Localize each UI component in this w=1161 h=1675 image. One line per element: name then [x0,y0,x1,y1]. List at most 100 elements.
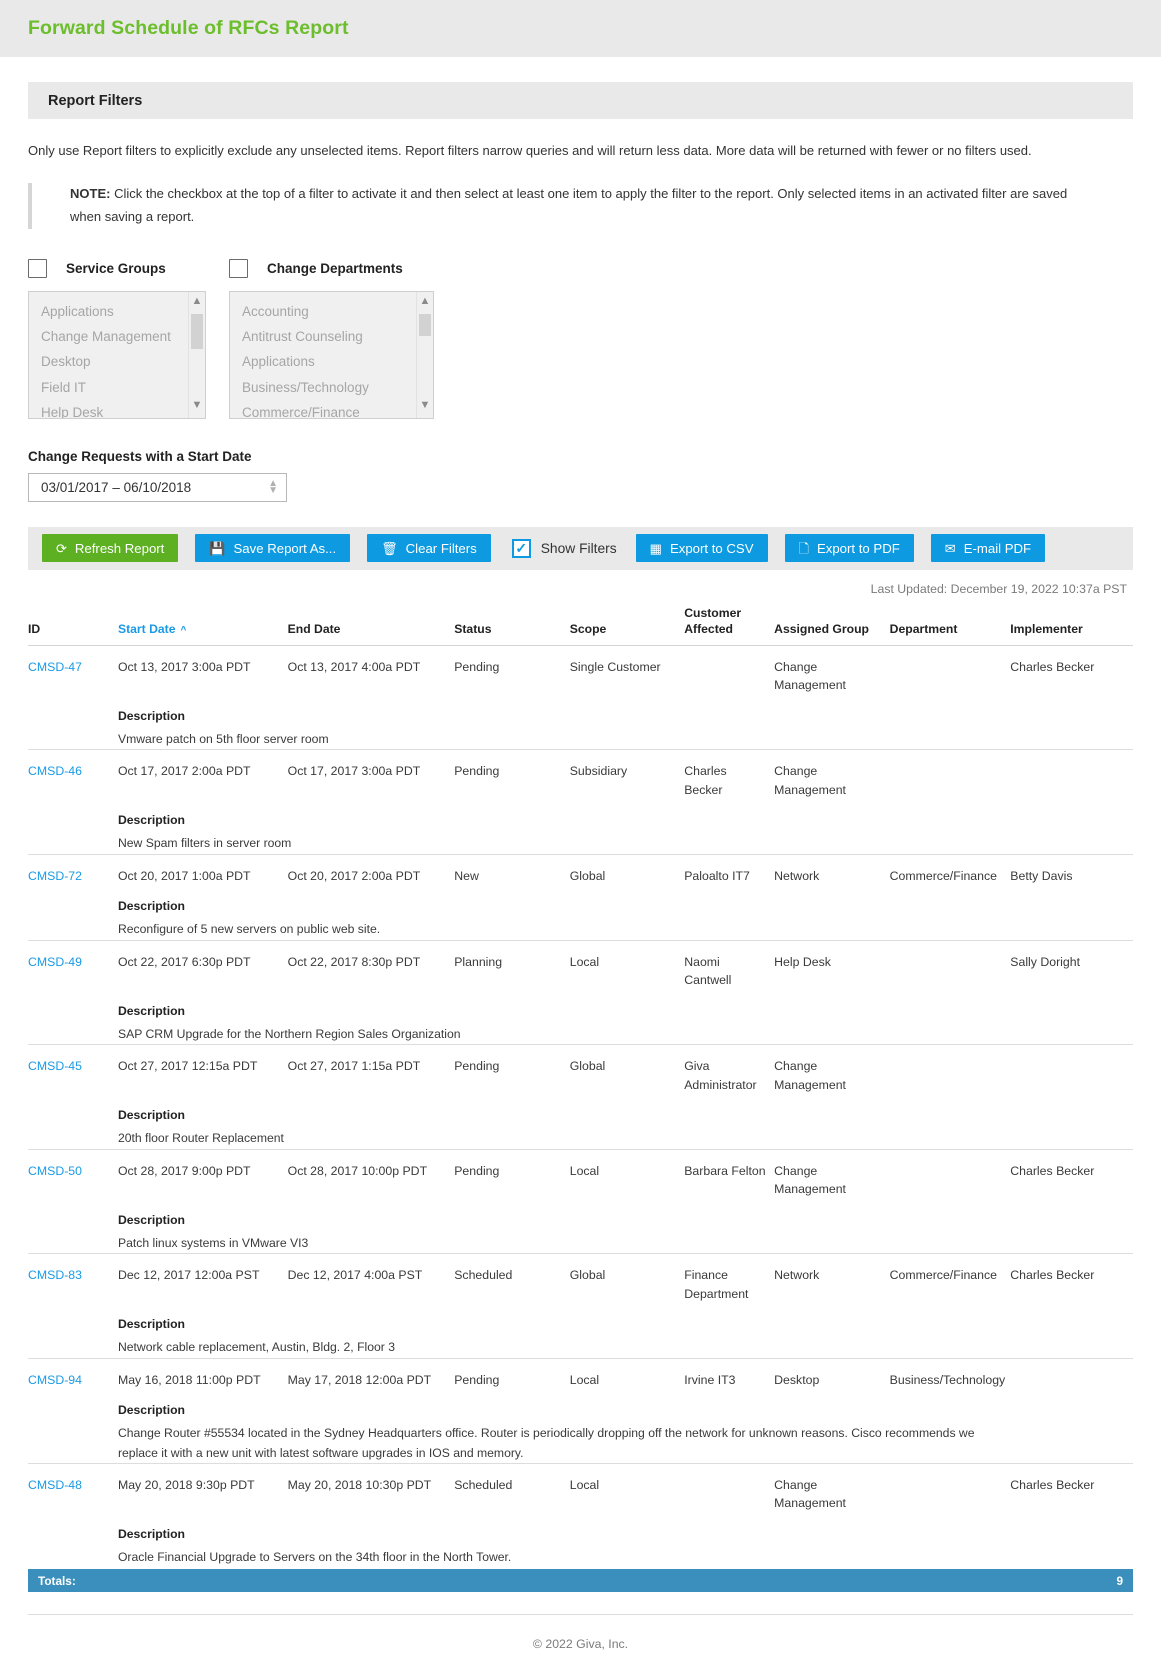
cell-end-date: Oct 17, 2017 3:00a PDT [287,749,455,800]
cell-customer-affected: Finance Department [684,1253,775,1303]
cell-implementer: Charles Becker [1010,1462,1133,1513]
cell-department: Commerce/Finance [889,1253,1011,1303]
trash-icon: 🗑 [381,540,398,556]
totals-label: Totals: [38,1573,76,1588]
list-item[interactable]: Change Management [29,324,205,349]
cell-scope: Local [569,1148,685,1199]
column-header-customer-affected[interactable]: Customer Affected [684,604,775,646]
change-departments-listbox[interactable]: Accounting Antitrust Counseling Applicat… [229,290,434,419]
cell-description: Description 20th floor Router Replacement [118,1094,1133,1149]
service-groups-label: Service Groups [66,260,166,276]
record-link[interactable]: CMSD-45 [28,1059,82,1073]
cell-assigned-group: Help Desk [774,939,890,990]
refresh-report-button[interactable]: ⟳ Refresh Report [42,534,179,563]
table-row-description: Description 20th floor Router Replacement [28,1094,1133,1149]
cell-customer-affected: Giva Administrator [684,1044,775,1095]
change-departments-checkbox[interactable] [229,258,248,278]
cell-customer-affected: Barbara Felton [684,1148,775,1199]
cell-status: Pending [454,1357,570,1389]
description-label: Description [117,813,185,828]
cell-implementer [1010,749,1133,800]
change-departments-filter: Change Departments Accounting Antitrust … [229,255,434,419]
column-header-implementer[interactable]: Implementer [1010,604,1133,646]
page-content: Report Filters Only use Report filters t… [0,82,1161,1675]
column-header-assigned-group[interactable]: Assigned Group [774,604,890,646]
column-header-department[interactable]: Department [889,604,1011,646]
column-header-status[interactable]: Status [454,604,570,646]
cell-start-date: Oct 17, 2017 2:00a PDT [117,749,288,800]
show-filters-checkbox[interactable]: ✓ [511,538,531,558]
export-to-pdf-button[interactable]: 🗋 Export to PDF [784,534,914,563]
cell-id: CMSD-45 [28,1044,118,1095]
report-page: Forward Schedule of RFCs Report Report F… [0,0,1161,1675]
start-date-input[interactable] [39,478,269,496]
clear-filters-button[interactable]: 🗑 Clear Filters [367,534,491,563]
report-toolbar: ⟳ Refresh Report 💾 Save Report As... 🗑 C… [28,526,1133,570]
email-pdf-button[interactable]: ✉ E-mail PDF [930,534,1046,563]
list-item[interactable]: Antitrust Counseling [230,324,433,349]
chevron-down-icon[interactable]: ▼ [417,398,433,414]
cell-status: Pending [454,659,500,674]
save-report-as-button[interactable]: 💾 Save Report As... [195,534,351,563]
list-item[interactable]: Desktop [29,349,205,374]
record-link[interactable]: CMSD-94 [28,1373,82,1387]
show-filters-toggle[interactable]: ✓ Show Filters [511,538,617,558]
cell-assigned-group: Change Management [774,749,890,800]
cell-scope: Global [569,1253,685,1303]
column-header-scope[interactable]: Scope [569,604,685,646]
column-header-start-date[interactable]: Start Date ^ [117,604,288,646]
start-date-filter-label: Change Requests with a Start Date [28,448,252,464]
scrollbar-thumb[interactable] [419,313,431,336]
record-link[interactable]: CMSD-50 [28,1164,82,1178]
description-label: Description [117,1003,185,1018]
service-groups-checkbox[interactable] [28,258,47,278]
cell-description: Description Oracle Financial Upgrade to S… [118,1513,1133,1568]
record-link[interactable]: CMSD-48 [28,1478,82,1492]
record-link[interactable]: CMSD-46 [28,764,82,778]
record-link[interactable]: CMSD-47 [28,660,82,674]
list-item[interactable]: Help Desk [29,400,205,418]
chevron-up-icon[interactable]: ▲ [417,294,433,310]
record-link[interactable]: CMSD-83 [28,1268,82,1282]
cell-end-date: May 20, 2018 10:30p PDT [287,1462,455,1513]
service-groups-listbox[interactable]: Applications Change Management Desktop F… [28,290,206,419]
filters-note: NOTE: Click the checkbox at the top of a… [28,183,1133,229]
note-body: Click the checkbox at the top of a filte… [70,186,1068,225]
cell-start-date: Oct 20, 2017 1:00a PDT [117,853,288,886]
list-item[interactable]: Field IT [29,375,205,400]
cell-description: Description Vmware patch on 5th floor ser… [118,695,1133,750]
column-header-end-date[interactable]: End Date [287,604,455,646]
stepper-icon[interactable]: ▲ ▼ [268,479,278,496]
scrollbar-thumb[interactable] [191,313,203,349]
column-header-id[interactable]: ID [28,604,118,646]
cell-assigned-group: Network [774,1253,890,1303]
chevron-up-icon[interactable]: ▲ [189,294,205,310]
cell-description: Description New Spam filters in server ro… [118,799,1133,854]
start-date-filter[interactable]: ▲▼ [28,472,287,502]
change-departments-scrollbar[interactable]: ▲ ▼ [416,291,433,418]
cell-assigned-group: Change Management [774,1044,890,1095]
list-item[interactable]: Applications [29,299,205,324]
list-item[interactable]: Accounting [230,299,433,324]
list-item[interactable]: Business/Technology [230,375,433,400]
cell-end-date: Oct 28, 2017 10:00p PDT [287,1148,455,1199]
cell-customer-affected [684,1462,775,1513]
record-link[interactable]: CMSD-49 [28,955,82,969]
clear-filters-label: Clear Filters [405,540,477,556]
chevron-down-icon[interactable]: ▼ [189,398,205,414]
cell-department [890,645,1011,694]
record-link[interactable]: CMSD-72 [28,869,82,883]
cell-customer-affected: Charles Becker [684,749,775,800]
cell-status: New [454,853,570,886]
table-row: CMSD-48 May 20, 2018 9:30p PDT May 20, 201… [28,1462,1133,1513]
email-pdf-label: E-mail PDF [963,540,1032,556]
description-spacer [28,1513,118,1568]
list-item[interactable]: Commerce/Finance [230,400,433,418]
cell-end-date: Dec 12, 2017 4:00a PST [287,1253,455,1303]
table-row: CMSD-72 Oct 20, 2017 1:00a PDT Oct 20, 201… [28,853,1133,886]
export-to-csv-button[interactable]: ▦ Export to CSV [635,534,768,563]
cell-end-date: Oct 20, 2017 2:00a PDT [287,853,455,886]
table-row-description: Description Vmware patch on 5th floor ser… [28,695,1133,750]
list-item[interactable]: Applications [230,349,433,374]
service-groups-scrollbar[interactable]: ▲ ▼ [188,291,205,418]
